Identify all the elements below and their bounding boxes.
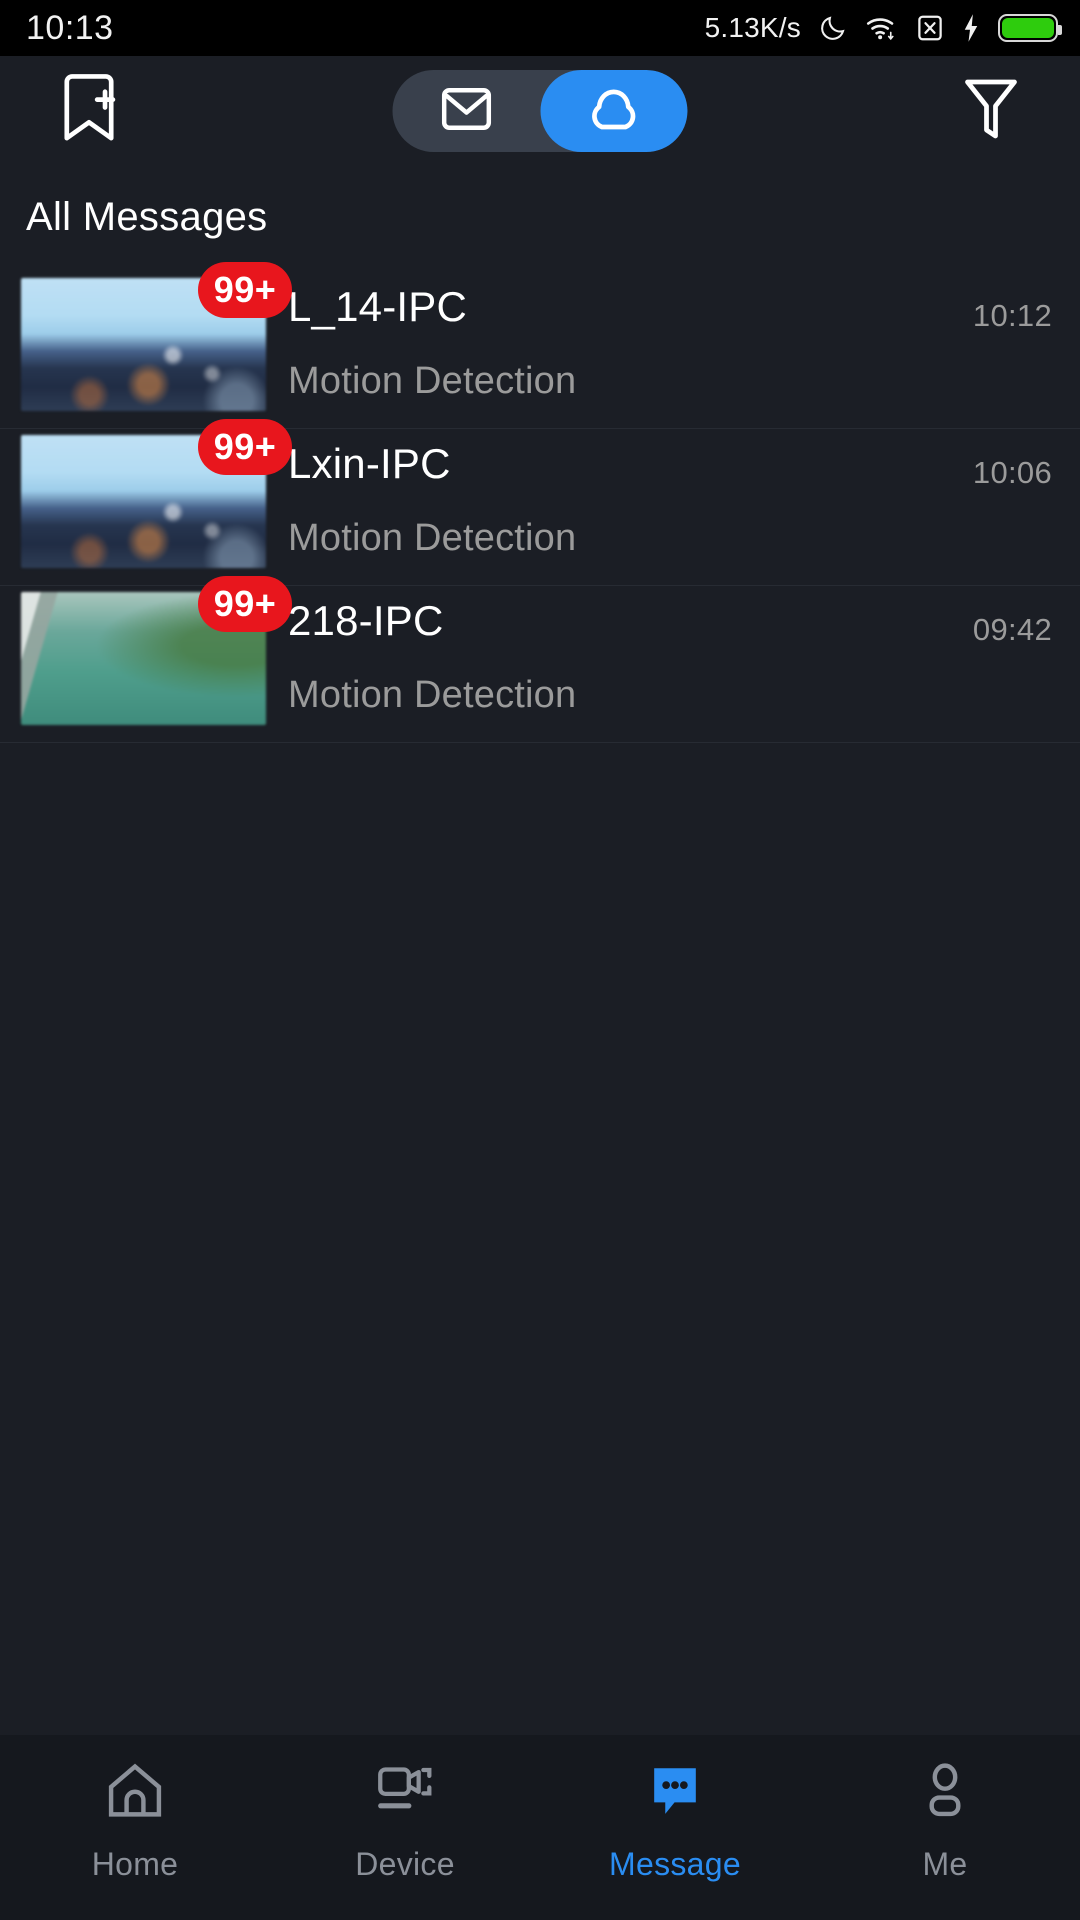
top-toolbar bbox=[0, 56, 1080, 166]
nav-item-me[interactable]: Me bbox=[810, 1759, 1080, 1883]
thumbnail-wrap: 99+ bbox=[21, 262, 292, 411]
thumbnail-wrap: 99+ bbox=[21, 419, 292, 568]
device-name: L_14-IPC bbox=[288, 283, 468, 330]
message-list: 99+ L_14-IPC Motion Detection 10:12 99+ … bbox=[0, 262, 1080, 743]
moon-icon bbox=[818, 13, 848, 43]
nav-label-device: Device bbox=[355, 1846, 455, 1882]
event-type: Motion Detection bbox=[288, 360, 577, 402]
message-time: 10:12 bbox=[972, 298, 1052, 333]
filter-funnel-icon[interactable] bbox=[960, 74, 1022, 149]
status-icons: 5.13K/s bbox=[704, 12, 1062, 44]
app-screen: 10:13 5.13K/s All Messages 99+ L_14-IPC … bbox=[0, 0, 1080, 1920]
charging-bolt-icon bbox=[961, 13, 981, 43]
device-name: 218-IPC bbox=[288, 597, 444, 644]
network-speed-label: 5.13K/s bbox=[704, 12, 801, 43]
list-item-body: 218-IPC Motion Detection bbox=[266, 586, 1080, 717]
segment-cloud[interactable] bbox=[540, 70, 688, 152]
unread-badge: 99+ bbox=[198, 419, 292, 475]
camera-icon bbox=[373, 1759, 437, 1826]
nav-label-me: Me bbox=[922, 1846, 968, 1882]
message-time: 09:42 bbox=[972, 612, 1052, 647]
bottom-navigation: Home Device Message Me bbox=[0, 1735, 1080, 1920]
view-mode-segmented-control[interactable] bbox=[392, 70, 688, 152]
event-type: Motion Detection bbox=[288, 517, 577, 559]
battery-icon bbox=[998, 14, 1062, 42]
message-time: 10:06 bbox=[972, 455, 1052, 490]
nav-item-device[interactable]: Device bbox=[270, 1759, 540, 1883]
nav-item-home[interactable]: Home bbox=[0, 1759, 270, 1883]
sim-disabled-icon bbox=[916, 13, 944, 43]
nav-label-home: Home bbox=[91, 1846, 179, 1882]
home-icon bbox=[103, 1759, 167, 1826]
list-item[interactable]: 99+ L_14-IPC Motion Detection 10:12 bbox=[0, 262, 1080, 429]
list-item-body: Lxin-IPC Motion Detection bbox=[266, 429, 1080, 560]
cloud-icon bbox=[584, 81, 644, 142]
bookmark-add-icon[interactable] bbox=[56, 72, 122, 151]
list-item[interactable]: 99+ Lxin-IPC Motion Detection 10:06 bbox=[0, 419, 1080, 586]
thumbnail-wrap: 99+ bbox=[21, 576, 292, 725]
status-bar: 10:13 5.13K/s bbox=[0, 0, 1080, 56]
section-title: All Messages bbox=[26, 195, 268, 239]
device-name: Lxin-IPC bbox=[288, 440, 451, 487]
mail-icon bbox=[437, 80, 495, 143]
list-item-body: L_14-IPC Motion Detection bbox=[266, 272, 1080, 403]
wifi-icon bbox=[865, 13, 899, 43]
nav-item-message[interactable]: Message bbox=[540, 1759, 810, 1883]
list-item[interactable]: 99+ 218-IPC Motion Detection 09:42 bbox=[0, 576, 1080, 743]
nav-label-message: Message bbox=[609, 1846, 741, 1882]
unread-badge: 99+ bbox=[198, 576, 292, 632]
unread-badge: 99+ bbox=[198, 262, 292, 318]
event-type: Motion Detection bbox=[288, 674, 577, 716]
segment-mail[interactable] bbox=[393, 70, 541, 152]
person-icon bbox=[913, 1759, 977, 1826]
status-clock: 10:13 bbox=[26, 8, 114, 47]
message-icon bbox=[643, 1759, 707, 1826]
